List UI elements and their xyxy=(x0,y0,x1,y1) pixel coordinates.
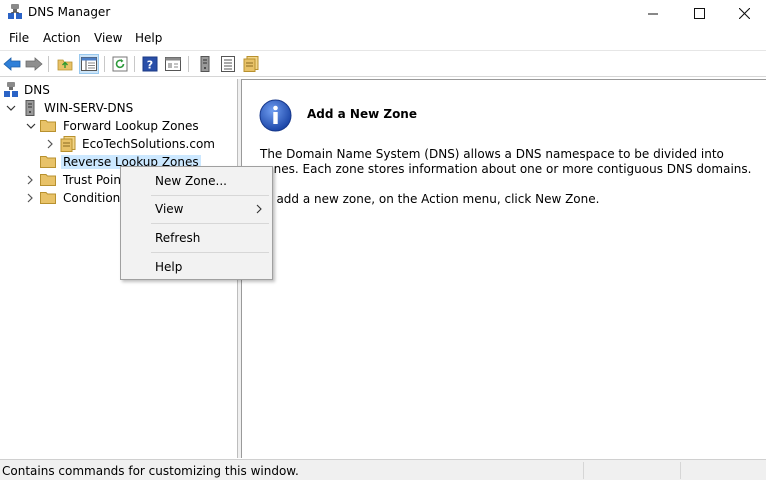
zone-button[interactable] xyxy=(241,54,261,74)
menu-separator xyxy=(151,252,269,253)
folder-icon xyxy=(40,192,56,204)
result-pane: Add a New Zone The Domain Name System (D… xyxy=(241,79,766,458)
folder-icon xyxy=(40,174,56,186)
show-hide-console-tree-icon xyxy=(81,57,97,71)
forward-arrow-icon xyxy=(25,57,43,71)
properties-button[interactable] xyxy=(163,54,183,74)
window-title: DNS Manager xyxy=(28,5,111,19)
folder-icon xyxy=(40,120,56,132)
toolbar-separator xyxy=(104,56,105,72)
tree-label: Trust Point xyxy=(63,173,126,187)
detail-heading: Add a New Zone xyxy=(307,107,417,121)
server-icon xyxy=(200,56,210,72)
tree-item-dns[interactable]: DNS xyxy=(4,81,52,99)
menu-item-label: New Zone... xyxy=(155,174,227,188)
tree-label: DNS xyxy=(24,83,50,97)
context-menu: New Zone... View Refresh Help xyxy=(120,166,273,280)
close-icon xyxy=(738,7,750,19)
server-icon xyxy=(25,100,35,116)
show-hide-console-tree-button[interactable] xyxy=(79,54,99,74)
folder-icon xyxy=(40,156,56,168)
zone-icon xyxy=(60,136,76,152)
menu-item-label: Refresh xyxy=(155,231,201,245)
info-icon xyxy=(259,99,292,132)
menu-item-label: View xyxy=(155,202,184,216)
dns-app-icon xyxy=(8,4,22,19)
server-button[interactable] xyxy=(195,54,215,74)
detail-description: The Domain Name System (DNS) allows a DN… xyxy=(260,147,752,176)
dns-manager-window: DNS Manager File Action View Help ? DNS … xyxy=(0,0,766,480)
list-icon xyxy=(221,56,235,72)
chevron-right-icon[interactable] xyxy=(45,139,55,149)
zone-icon xyxy=(243,56,259,72)
toolbar-separator xyxy=(134,56,135,72)
chevron-right-icon[interactable] xyxy=(25,175,35,185)
refresh-icon xyxy=(112,56,128,72)
status-bar: Contains commands for customizing this w… xyxy=(0,459,766,480)
chevron-right-icon[interactable] xyxy=(25,193,35,203)
maximize-button[interactable] xyxy=(676,0,722,26)
minimize-button[interactable] xyxy=(630,0,676,26)
tree-label: EcoTechSolutions.com xyxy=(82,137,215,151)
menu-item-view[interactable]: View xyxy=(121,198,272,220)
refresh-button[interactable] xyxy=(110,54,130,74)
detail-instruction: To add a new zone, on the Action menu, c… xyxy=(260,192,600,206)
menu-view[interactable]: View xyxy=(94,31,122,45)
toolbar-separator xyxy=(188,56,189,72)
maximize-icon xyxy=(693,7,705,19)
svg-text:?: ? xyxy=(147,59,153,72)
forward-button[interactable] xyxy=(24,54,44,74)
minimize-icon xyxy=(647,13,658,14)
menu-help[interactable]: Help xyxy=(135,31,162,45)
toolbar: ? xyxy=(0,50,766,77)
submenu-arrow-icon xyxy=(256,204,262,214)
back-arrow-icon xyxy=(3,57,21,71)
chevron-down-icon[interactable] xyxy=(26,121,36,131)
status-panel xyxy=(680,462,766,479)
tree-label: WIN-SERV-DNS xyxy=(44,101,134,115)
tree-label: Forward Lookup Zones xyxy=(63,119,199,133)
menu-action[interactable]: Action xyxy=(43,31,81,45)
menu-item-label: Help xyxy=(155,260,183,274)
close-button[interactable] xyxy=(721,0,766,26)
tree-item-zone-ecotechsolutions[interactable]: EcoTechSolutions.com xyxy=(44,135,217,153)
menu-bar: File Action View Help xyxy=(0,28,766,48)
menu-item-refresh[interactable]: Refresh xyxy=(121,227,272,249)
back-button[interactable] xyxy=(2,54,22,74)
up-one-level-button[interactable] xyxy=(55,54,75,74)
tree-item-forward-lookup-zones[interactable]: Forward Lookup Zones xyxy=(24,117,201,135)
menu-separator xyxy=(151,195,269,196)
list-button[interactable] xyxy=(218,54,238,74)
toolbar-separator xyxy=(48,56,49,72)
dns-root-icon xyxy=(4,82,18,97)
title-bar: DNS Manager xyxy=(0,0,766,26)
menu-item-new-zone[interactable]: New Zone... xyxy=(121,170,272,192)
chevron-down-icon[interactable] xyxy=(6,103,16,113)
tree-item-server[interactable]: WIN-SERV-DNS xyxy=(4,99,135,117)
tree-item-trust-points[interactable]: Trust Point xyxy=(24,171,128,189)
up-folder-icon xyxy=(57,59,73,71)
menu-file[interactable]: File xyxy=(9,31,29,45)
help-icon: ? xyxy=(142,56,158,72)
menu-separator xyxy=(151,223,269,224)
status-panel xyxy=(583,462,680,479)
menu-item-help[interactable]: Help xyxy=(121,256,272,278)
status-text: Contains commands for customizing this w… xyxy=(2,464,299,478)
tree-item-conditional-forwarders[interactable]: Conditiona xyxy=(24,189,130,207)
properties-icon xyxy=(165,57,181,71)
help-button[interactable]: ? xyxy=(140,54,160,74)
